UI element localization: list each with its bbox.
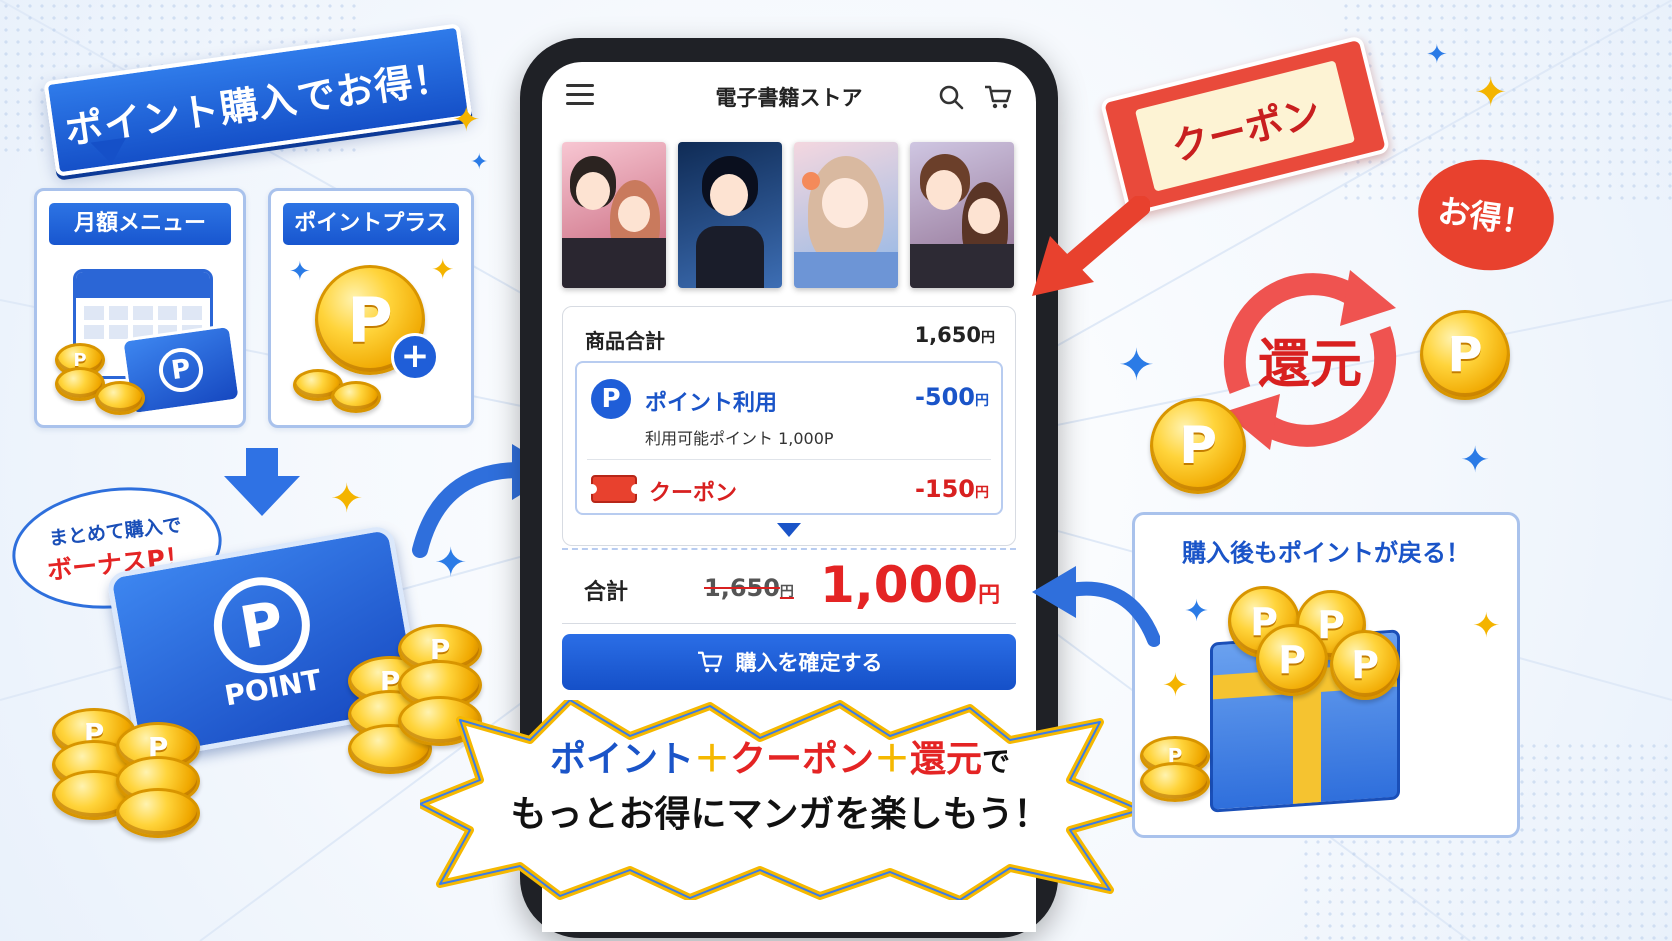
coin-icon: [116, 788, 200, 838]
sparkle-icon: ✦: [1426, 40, 1448, 70]
search-icon[interactable]: [938, 84, 964, 110]
plus-icon: +: [391, 333, 439, 381]
book-cover[interactable]: [794, 142, 898, 288]
banner-tail: [90, 137, 130, 167]
coin-icon: P: [1150, 398, 1246, 494]
point-badge-icon: P: [591, 379, 631, 419]
coupon-label[interactable]: クーポン: [649, 475, 737, 507]
book-cover[interactable]: [562, 142, 666, 288]
original-total: 1,650円: [704, 574, 794, 602]
sparkle-icon: ✦: [1162, 666, 1189, 704]
banner-line-2: もっとお得にマンガを楽しもう！: [510, 794, 1050, 835]
point-plus-card[interactable]: ポイントプラス P + ✦ ✦: [268, 188, 474, 428]
monthly-menu-card[interactable]: 月額メニュー P P: [34, 188, 246, 428]
sparkle-icon: ✦: [452, 100, 481, 140]
cart-icon[interactable]: [984, 84, 1012, 110]
subtotal-value: 1,650円: [914, 323, 995, 347]
total-box: 合計 1,650円 1,000円: [562, 548, 1016, 624]
coin-icon: [95, 381, 145, 415]
sparkle-icon: ✦: [1472, 606, 1501, 646]
confirm-purchase-button[interactable]: 購入を確定する: [562, 634, 1016, 690]
red-arrow-icon: [1032, 196, 1150, 296]
confirm-purchase-label: 購入を確定する: [735, 651, 883, 675]
order-summary: 商品合計 1,650円 P ポイント利用 -500円 利用可能ポイント 1,00…: [562, 306, 1016, 546]
book-cover[interactable]: [678, 142, 782, 288]
banner-line-1: ポイント＋クーポン＋還元で: [549, 739, 1011, 780]
discount-box: P ポイント利用 -500円 利用可能ポイント 1,000P クーポン -150…: [575, 361, 1003, 515]
point-plus-title: ポイントプラス: [283, 203, 459, 245]
kangen-label: 還元: [1257, 335, 1362, 395]
point-use-value: -500円: [914, 383, 989, 411]
sparkle-icon: ✦: [330, 476, 364, 522]
sparkle-icon: ✦: [470, 150, 489, 175]
chevron-down-icon: [777, 523, 801, 537]
app-title: 電子書籍ストア: [715, 86, 863, 110]
coupon-ticket-label: クーポン: [1134, 60, 1356, 192]
sparkle-icon: ✦: [1118, 340, 1155, 391]
book-cover[interactable]: [910, 142, 1014, 288]
menu-icon[interactable]: [566, 84, 594, 106]
available-points: 利用可能ポイント 1,000P: [645, 429, 834, 448]
coin-icon: [1140, 762, 1210, 802]
coupon-value: -150円: [914, 475, 989, 503]
down-arrow-icon: [224, 448, 300, 516]
sparkle-icon: ✦: [1474, 70, 1508, 116]
coin-icon: P: [1420, 310, 1510, 400]
app-header: 電子書籍ストア: [542, 62, 1036, 132]
coupon-ticket-icon: [587, 475, 641, 503]
total-label: 合計: [584, 580, 629, 605]
coin-icon: P: [1330, 630, 1400, 700]
sparkle-icon: ✦: [1184, 594, 1210, 629]
final-total: 1,000円: [820, 556, 1001, 614]
coin-icon: [331, 381, 381, 413]
sparkle-icon: ✦: [431, 253, 455, 286]
monthly-menu-title: 月額メニュー: [49, 203, 231, 245]
coin-icon: P: [1256, 624, 1328, 696]
sparkle-icon: ✦: [1460, 440, 1491, 481]
points-return-title: 購入後もポイントが戻る！: [1182, 539, 1470, 567]
subtotal-label: 商品合計: [585, 329, 665, 353]
cart-icon: [697, 651, 722, 673]
sparkle-icon: ✦: [289, 257, 311, 287]
p-circle-icon: P: [206, 569, 318, 681]
point-use-label[interactable]: ポイント利用: [645, 385, 777, 417]
curved-arrow-left-icon: [1032, 566, 1160, 647]
